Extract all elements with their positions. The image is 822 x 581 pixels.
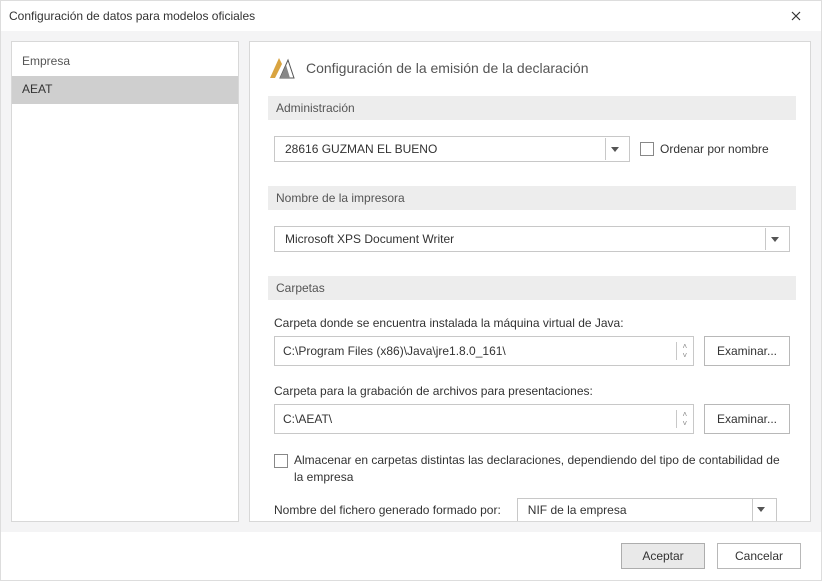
store-separate-row: Almacenar en carpetas distintas las decl… bbox=[268, 452, 796, 486]
order-by-name-label: Ordenar por nombre bbox=[660, 142, 769, 156]
printer-row: Microsoft XPS Document Writer bbox=[268, 226, 796, 252]
printer-select[interactable]: Microsoft XPS Document Writer bbox=[274, 226, 790, 252]
sidebar-item-aeat[interactable]: AEAT bbox=[12, 76, 238, 104]
java-path-label: Carpeta donde se encuentra instalada la … bbox=[268, 316, 796, 330]
sidebar: Empresa AEAT bbox=[11, 41, 239, 522]
section-printer-heading: Nombre de la impresora bbox=[268, 186, 796, 210]
pres-path-label: Carpeta para la grabación de archivos pa… bbox=[268, 384, 796, 398]
generated-name-select[interactable]: NIF de la empresa bbox=[517, 498, 777, 522]
java-path-input-wrap: ˄ ˅ bbox=[274, 336, 694, 366]
printer-select-value: Microsoft XPS Document Writer bbox=[285, 232, 454, 246]
page-header: Configuración de la emisión de la declar… bbox=[268, 56, 796, 80]
agency-logo-icon bbox=[268, 56, 296, 80]
java-browse-button[interactable]: Examinar... bbox=[704, 336, 790, 366]
folders-block: Carpeta donde se encuentra instalada la … bbox=[268, 316, 796, 522]
pres-path-spinner: ˄ ˅ bbox=[676, 410, 693, 428]
accept-button[interactable]: Aceptar bbox=[621, 543, 705, 569]
java-path-row: ˄ ˅ Examinar... bbox=[268, 336, 796, 366]
admin-select[interactable]: 28616 GUZMAN EL BUENO bbox=[274, 136, 630, 162]
java-path-input[interactable] bbox=[275, 337, 676, 365]
admin-select-value: 28616 GUZMAN EL BUENO bbox=[285, 142, 437, 156]
window-title: Configuración de datos para modelos ofic… bbox=[9, 9, 779, 23]
spin-up-icon[interactable]: ˄ bbox=[677, 410, 693, 419]
pres-path-row: ˄ ˅ Examinar... bbox=[268, 404, 796, 434]
section-folders-heading: Carpetas bbox=[268, 276, 796, 300]
store-separate-checkbox[interactable] bbox=[274, 454, 288, 468]
dialog-footer: Aceptar Cancelar bbox=[1, 532, 821, 580]
chevron-down-icon bbox=[765, 228, 783, 250]
content-area: Empresa AEAT Configuración de la emisión… bbox=[1, 31, 821, 532]
sidebar-item-empresa[interactable]: Empresa bbox=[12, 48, 238, 76]
pres-path-input-wrap: ˄ ˅ bbox=[274, 404, 694, 434]
titlebar: Configuración de datos para modelos ofic… bbox=[1, 1, 821, 31]
spin-down-icon[interactable]: ˅ bbox=[677, 351, 693, 360]
generated-name-label: Nombre del fichero generado formado por: bbox=[274, 503, 501, 517]
pres-browse-button[interactable]: Examinar... bbox=[704, 404, 790, 434]
order-by-name-checkbox[interactable] bbox=[640, 142, 654, 156]
chevron-down-icon bbox=[605, 138, 623, 160]
close-icon bbox=[791, 11, 801, 21]
spin-up-icon[interactable]: ˄ bbox=[677, 342, 693, 351]
pres-path-input[interactable] bbox=[275, 405, 676, 433]
cancel-button[interactable]: Cancelar bbox=[717, 543, 801, 569]
main-panel: Configuración de la emisión de la declar… bbox=[249, 41, 811, 522]
spin-down-icon[interactable]: ˅ bbox=[677, 419, 693, 428]
page-title: Configuración de la emisión de la declar… bbox=[306, 60, 589, 76]
store-separate-label: Almacenar en carpetas distintas las decl… bbox=[294, 452, 790, 486]
java-path-spinner: ˄ ˅ bbox=[676, 342, 693, 360]
close-button[interactable] bbox=[779, 4, 813, 28]
generated-name-value: NIF de la empresa bbox=[528, 503, 627, 517]
section-admin-heading: Administración bbox=[268, 96, 796, 120]
admin-row: 28616 GUZMAN EL BUENO Ordenar por nombre bbox=[268, 136, 796, 162]
dialog-window: Configuración de datos para modelos ofic… bbox=[0, 0, 822, 581]
chevron-down-icon bbox=[752, 499, 770, 521]
generated-name-row: Nombre del fichero generado formado por:… bbox=[268, 498, 796, 522]
order-by-name-row: Ordenar por nombre bbox=[640, 142, 769, 156]
